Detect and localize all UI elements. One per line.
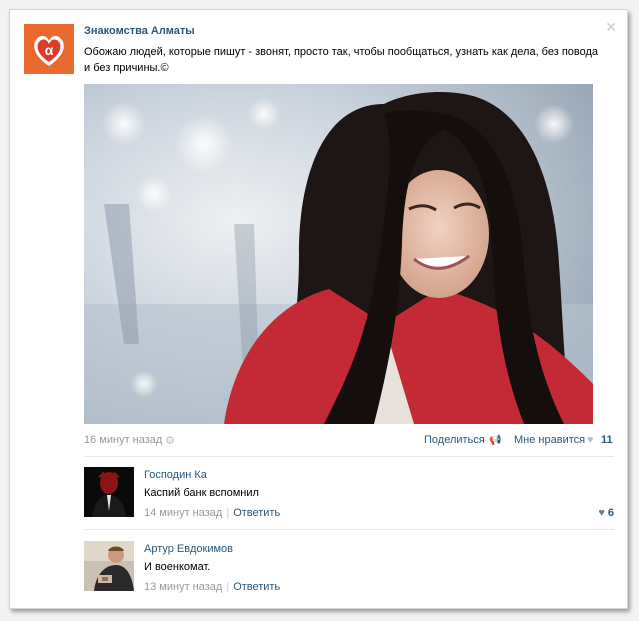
post-time[interactable]: 16 минут назад <box>84 434 162 446</box>
share-button[interactable]: Поделиться <box>424 434 485 446</box>
like-button[interactable]: Мне нравится <box>514 434 585 446</box>
comment-time[interactable]: 14 минут назад <box>144 507 222 519</box>
comment-like-count: 6 <box>607 507 614 519</box>
gear-icon[interactable]: ⚙ <box>165 434 175 447</box>
comment-author[interactable]: Господин Ка <box>144 469 207 481</box>
group-name[interactable]: Знакомства Алматы <box>84 25 195 37</box>
divider <box>84 529 614 530</box>
comment-avatar[interactable] <box>84 467 134 517</box>
like-count[interactable]: 11 <box>601 434 613 446</box>
svg-text:α: α <box>45 42 54 58</box>
comment-meta: 13 минут назад | Ответить <box>144 581 280 593</box>
post-text: Обожаю людей, которые пишут - звонят, пр… <box>84 46 599 74</box>
megaphone-icon[interactable]: 📢 <box>489 435 501 446</box>
comment-avatar[interactable] <box>84 541 134 591</box>
reply-button[interactable]: Ответить <box>233 581 280 593</box>
comment-author[interactable]: Артур Евдокимов <box>144 543 233 555</box>
comment-text: Каспий банк вспомнил <box>144 487 259 499</box>
wall-post-card: α ✕ Знакомства Алматы Обожаю людей, кото… <box>9 9 628 609</box>
comment-time[interactable]: 13 минут назад <box>144 581 222 593</box>
comment-text: И военкомат. <box>144 561 211 573</box>
close-icon[interactable]: ✕ <box>605 20 617 34</box>
heart-icon: ♥ <box>598 507 605 519</box>
comment-item: Господин Ка Каспий банк вспомнил 14 мину… <box>84 467 614 519</box>
post-meta-row: 16 минут назад ⚙ Поделиться 📢 Мне нравит… <box>84 434 614 448</box>
meta-separator: | <box>226 507 230 519</box>
comment-item: Артур Евдокимов И военкомат. 13 минут на… <box>84 541 614 593</box>
meta-separator: | <box>226 581 230 593</box>
comment-meta: 14 минут назад | Ответить <box>144 507 280 519</box>
group-avatar[interactable]: α <box>24 24 74 74</box>
divider <box>84 456 614 457</box>
reply-button[interactable]: Ответить <box>233 507 280 519</box>
comment-likes[interactable]: ♥ 6 <box>598 507 614 519</box>
post-photo[interactable] <box>84 84 593 424</box>
heart-icon[interactable]: ♥ <box>587 434 594 446</box>
